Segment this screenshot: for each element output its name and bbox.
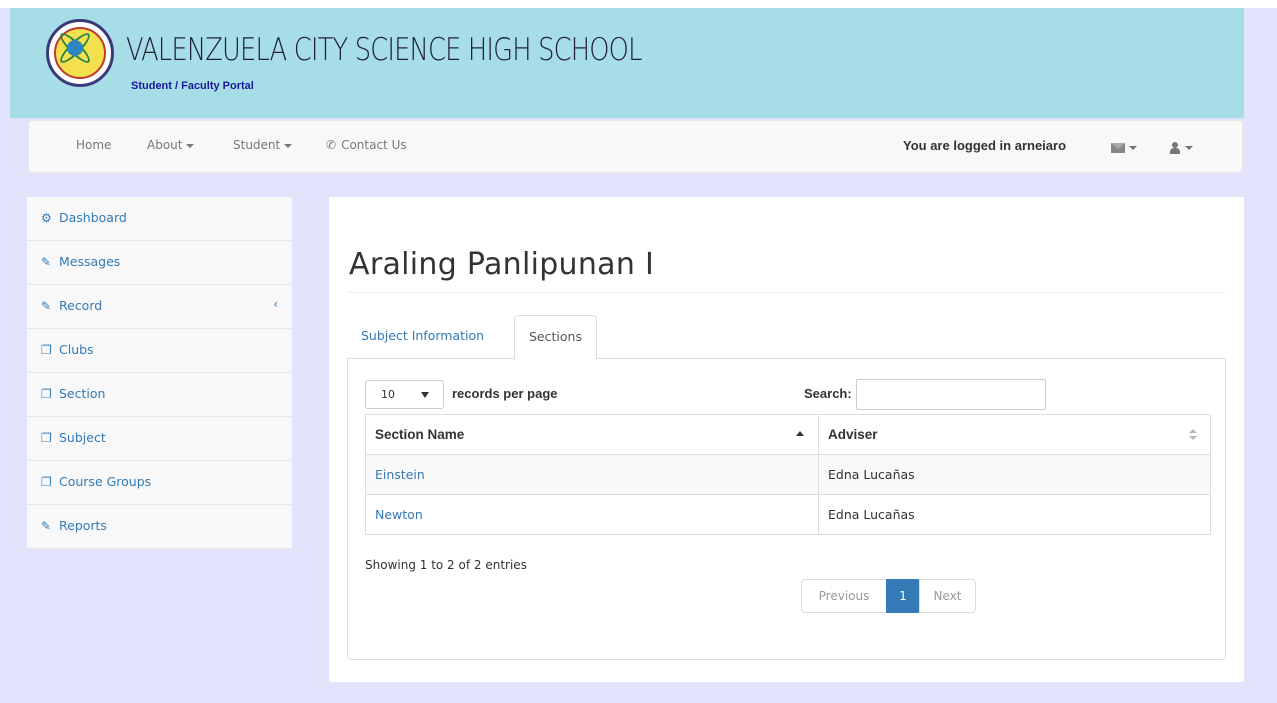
records-per-page-select[interactable]: 10 [365, 380, 444, 409]
tab-bar: Subject Information Sections [347, 315, 1226, 360]
sidebar-item-label: Record [59, 298, 103, 313]
sections-tab-panel: 10 records per page Search: Section Name… [347, 359, 1226, 660]
sidebar-item-messages[interactable]: ✎ Messages [27, 241, 292, 285]
sidebar: ⚙ Dashboard ✎ Messages ✎ Record ‹ ❐ Clubs ❐ Se… [27, 197, 292, 549]
school-seal-logo[interactable] [46, 19, 114, 87]
table-row: Newton Edna Lucañas [365, 494, 1211, 535]
copy-icon: ❐ [41, 475, 52, 489]
dashboard-icon: ⚙ [41, 211, 52, 225]
copy-icon: ❐ [41, 387, 52, 401]
caret-down-icon [284, 143, 293, 148]
chevron-left-icon: ‹ [273, 297, 278, 311]
sidebar-item-clubs[interactable]: ❐ Clubs [27, 329, 292, 373]
nav-about-label: About [147, 138, 183, 152]
tab-sections[interactable]: Sections [514, 315, 597, 360]
sidebar-item-subject[interactable]: ❐ Subject [27, 417, 292, 461]
sidebar-item-dashboard[interactable]: ⚙ Dashboard [27, 197, 292, 241]
envelope-icon [1111, 142, 1125, 153]
messages-dropdown[interactable] [1111, 140, 1137, 154]
nav-student-dropdown[interactable]: Student [233, 138, 293, 152]
page-1-button[interactable]: 1 [886, 579, 920, 613]
column-header-label: Section Name [375, 427, 465, 442]
nav-about-dropdown[interactable]: About [147, 138, 195, 152]
user-dropdown[interactable] [1169, 140, 1193, 154]
portal-subtitle: Student / Faculty Portal [131, 80, 254, 92]
sidebar-item-record[interactable]: ✎ Record ‹ [27, 285, 292, 329]
search-label: Search: [804, 386, 852, 401]
section-name-cell: Newton [365, 494, 819, 535]
caret-down-icon [1129, 145, 1137, 150]
sort-ascending-icon [796, 431, 804, 436]
nav-contact[interactable]: ✆ Contact Us [326, 138, 407, 152]
sidebar-item-label: Clubs [59, 342, 94, 357]
sort-icon [1189, 429, 1197, 441]
previous-page-button[interactable]: Previous [801, 579, 887, 613]
column-header-section-name[interactable]: Section Name [365, 414, 819, 455]
top-border [0, 0, 1277, 8]
tab-subject-information[interactable]: Subject Information [347, 315, 498, 359]
title-divider [347, 292, 1225, 293]
sidebar-item-label: Messages [59, 254, 121, 269]
sidebar-item-label: Course Groups [59, 474, 152, 489]
section-link[interactable]: Newton [375, 507, 423, 522]
sidebar-item-course-groups[interactable]: ❐ Course Groups [27, 461, 292, 505]
sidebar-item-label: Reports [59, 518, 107, 533]
phone-icon: ✆ [326, 138, 337, 152]
next-page-button[interactable]: Next [919, 579, 976, 613]
header-banner: VALENZUELA CITY SCIENCE HIGH SCHOOL Stud… [10, 8, 1244, 118]
sidebar-item-reports[interactable]: ✎ Reports [27, 505, 292, 549]
edit-icon: ✎ [41, 255, 52, 269]
records-per-page-value: 10 [381, 388, 395, 401]
adviser-cell: Edna Lucañas [818, 494, 1211, 535]
sections-table: Section Name Adviser Einstein Edna Lucañ… [365, 414, 1211, 535]
nav-home[interactable]: Home [76, 138, 111, 152]
top-navbar: Home About Student ✆ Contact Us You are l… [28, 120, 1243, 173]
sidebar-item-label: Subject [59, 430, 106, 445]
search-input[interactable] [856, 379, 1046, 410]
edit-icon: ✎ [41, 519, 52, 533]
table-row: Einstein Edna Lucañas [365, 454, 1211, 495]
sidebar-item-section[interactable]: ❐ Section [27, 373, 292, 417]
logged-in-status: You are logged in arneiaro [903, 138, 1067, 153]
copy-icon: ❐ [41, 343, 52, 357]
user-icon [1169, 141, 1181, 154]
section-link[interactable]: Einstein [375, 467, 425, 482]
adviser-cell: Edna Lucañas [818, 454, 1211, 495]
main-panel: Araling Panlipunan I Subject Information… [329, 197, 1244, 682]
dropdown-arrow-icon [421, 392, 429, 398]
pagination: Previous 1 Next [801, 579, 976, 613]
nav-contact-label: Contact Us [341, 138, 407, 152]
left-strip [0, 8, 10, 703]
table-info: Showing 1 to 2 of 2 entries [365, 558, 527, 572]
copy-icon: ❐ [41, 431, 52, 445]
caret-down-icon [1185, 145, 1193, 150]
records-per-page-label: records per page [452, 386, 558, 401]
page-title: Araling Panlipunan I [349, 247, 655, 282]
seal-core [67, 40, 83, 56]
nav-home-label: Home [76, 138, 112, 152]
table-header-row: Section Name Adviser [365, 414, 1211, 455]
sidebar-item-label: Dashboard [59, 210, 127, 225]
nav-student-label: Student [233, 138, 281, 152]
column-header-adviser[interactable]: Adviser [818, 414, 1211, 455]
school-name[interactable]: VALENZUELA CITY SCIENCE HIGH SCHOOL [126, 32, 642, 68]
edit-icon: ✎ [41, 299, 52, 313]
caret-down-icon [186, 143, 195, 148]
sidebar-item-label: Section [59, 386, 106, 401]
column-header-label: Adviser [828, 427, 878, 442]
section-name-cell: Einstein [365, 454, 819, 495]
